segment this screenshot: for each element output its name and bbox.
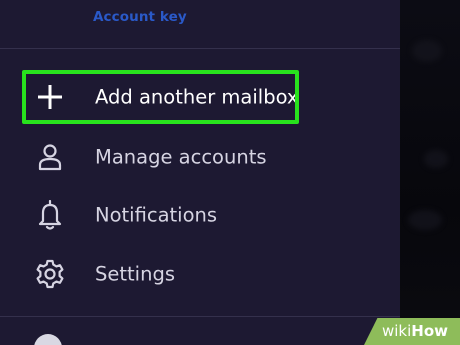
top-divider — [0, 48, 400, 49]
wikihow-watermark: wikiHow — [364, 318, 460, 345]
settings-item[interactable]: Settings — [0, 248, 400, 300]
gear-icon — [34, 258, 66, 290]
navigation-drawer: Account key Add another mailbox Manage a… — [0, 0, 400, 345]
highlight-box — [22, 70, 299, 124]
background-scrim[interactable] — [400, 0, 460, 345]
avatar[interactable] — [34, 334, 62, 345]
bell-icon — [34, 199, 66, 231]
settings-label: Settings — [95, 262, 175, 286]
watermark-text: wikiHow — [382, 322, 449, 340]
notifications-label: Notifications — [95, 203, 218, 227]
manage-accounts-item[interactable]: Manage accounts — [0, 131, 400, 183]
bottom-divider — [0, 316, 400, 317]
notifications-item[interactable]: Notifications — [0, 189, 400, 241]
account-key-link[interactable]: Account key — [93, 9, 187, 25]
manage-accounts-label: Manage accounts — [95, 145, 267, 169]
person-icon — [34, 141, 66, 173]
screen: Account key Add another mailbox Manage a… — [0, 0, 460, 345]
